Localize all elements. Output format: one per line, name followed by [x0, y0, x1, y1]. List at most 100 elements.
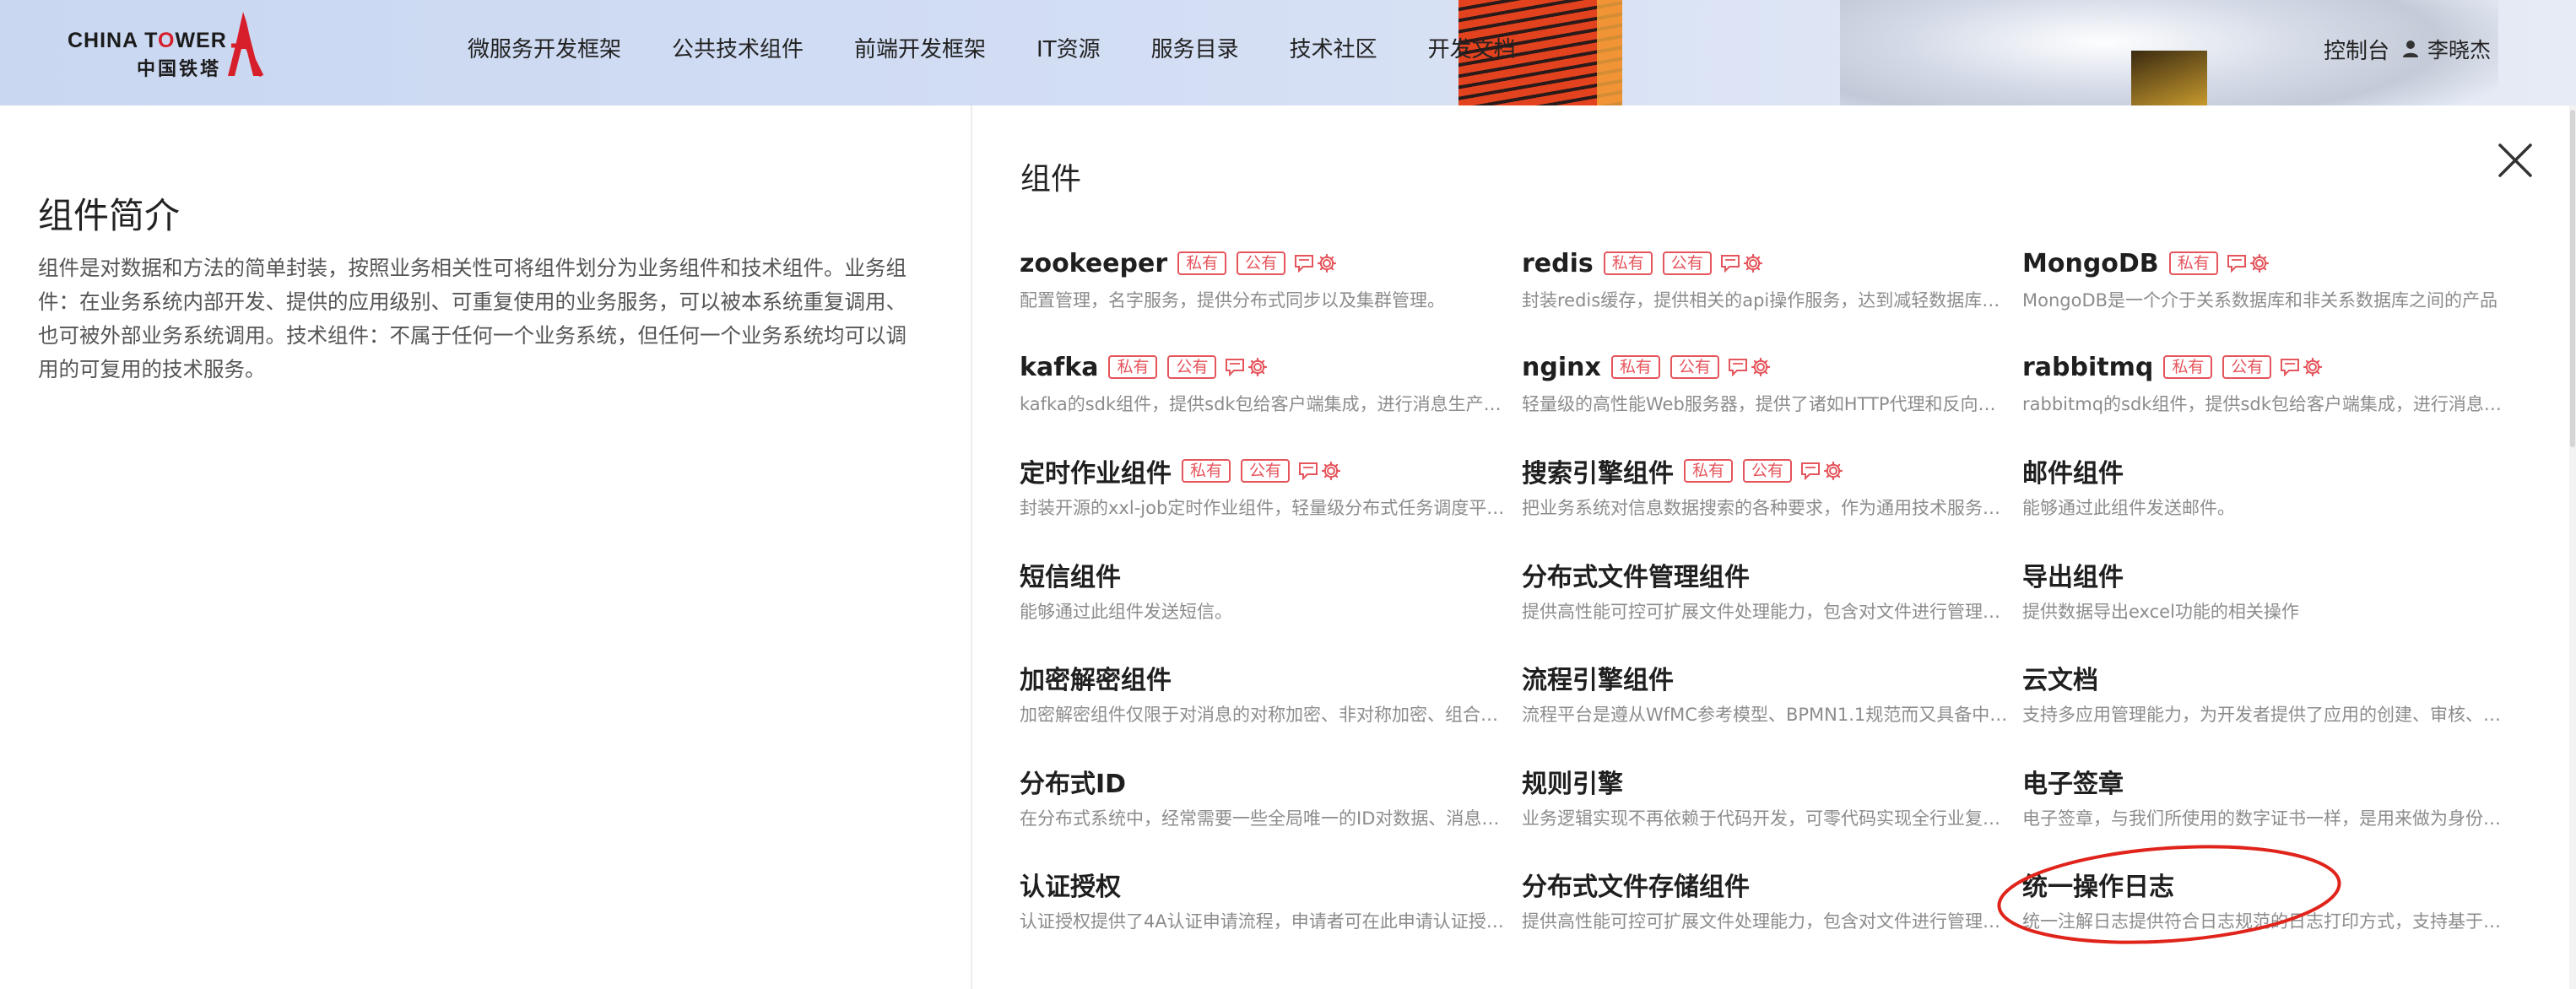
component-card-header: 电子签章 — [2022, 763, 2512, 800]
gear-icon[interactable] — [1751, 357, 1771, 377]
component-description: 提供数据导出excel功能的相关操作 — [2022, 602, 2299, 622]
top-header: CHINA TOWER 中国铁塔 微服务开发框架 公共技术组件 前端开发框架 I… — [0, 0, 2576, 105]
component-name[interactable]: rabbitmq — [2022, 353, 2153, 382]
component-name[interactable]: 认证授权 — [1020, 866, 1121, 903]
chat-icon[interactable] — [1720, 254, 1740, 273]
component-name[interactable]: 规则引擎 — [1522, 763, 1623, 800]
component-card[interactable]: 导出组件提供数据导出excel功能的相关操作 — [2022, 556, 2512, 624]
component-card[interactable]: 流程引擎组件 流程平台是遵从WfMC参考模型、BPMN1.1规范而又具备中国特色 — [1522, 659, 2011, 727]
component-description: 封装redis缓存，提供相关的api操作服务，达到减轻数据库压力的目的 — [1522, 290, 2011, 311]
private-badge: 私有 — [1610, 355, 1660, 379]
user-name: 李晓杰 — [2427, 38, 2492, 62]
nav-item-tech-community[interactable]: 技术社区 — [1290, 32, 1377, 63]
private-badge: 私有 — [1108, 355, 1158, 379]
component-name[interactable]: kafka — [1020, 353, 1098, 382]
console-link[interactable]: 控制台 — [2324, 34, 2389, 65]
component-card-header: 认证授权 — [1020, 866, 1509, 903]
chat-icon[interactable] — [1298, 462, 1318, 480]
component-card[interactable]: MongoDB 私有 MongoDB是一个介于关系数据库和非关系数据库之间的产品 — [2022, 245, 2512, 312]
nav-item-public-components[interactable]: 公共技术组件 — [672, 32, 804, 63]
component-name[interactable]: 搜索引擎组件 — [1522, 452, 1674, 489]
private-badge: 私有 — [2163, 355, 2213, 379]
nav-item-dev-docs[interactable]: 开发文档 — [1428, 32, 1516, 63]
component-name[interactable]: 统一操作日志 — [2022, 866, 2174, 903]
nav-item-frontend-framework[interactable]: 前端开发框架 — [854, 32, 986, 63]
chat-icon[interactable] — [1800, 462, 1821, 480]
component-card-header: kafka 私有 公有 — [1020, 349, 1509, 386]
component-description: 提供高性能可控可扩展文件处理能力，包含对文件进行管理等功能 — [1522, 602, 2011, 622]
component-name[interactable]: 邮件组件 — [2022, 452, 2124, 489]
component-card[interactable]: rabbitmq 私有 公有 rabbitmq的sdk组件，提供sdk包给客户端集成，… — [2022, 349, 2512, 416]
component-name[interactable]: 定时作业组件 — [1020, 452, 1172, 489]
gear-icon[interactable] — [1321, 461, 1341, 481]
component-description: 轻量级的高性能Web服务器，提供了诸如HTTP代理和反向代理等功能 — [1522, 394, 2011, 414]
component-name[interactable]: 短信组件 — [1020, 556, 1121, 593]
chat-icon[interactable] — [2227, 254, 2247, 273]
component-name[interactable]: 导出组件 — [2022, 556, 2124, 593]
component-action-icons — [1800, 461, 1846, 481]
component-card[interactable]: nginx 私有公有轻量级的高性能Web服务器，提供了诸如HTTP代理和反向代理等… — [1522, 349, 2011, 416]
chat-icon[interactable] — [2280, 358, 2300, 376]
component-name[interactable]: 流程引擎组件 — [1522, 659, 1674, 696]
close-icon[interactable] — [2497, 142, 2534, 179]
nav-item-microservice-framework[interactable]: 微服务开发框架 — [468, 32, 621, 63]
component-card[interactable]: 加密解密组件加密解密组件仅限于对消息的对称加密、非对称加密、组合加密等 — [1020, 659, 1509, 727]
component-card-header: nginx 私有 公有 — [1522, 349, 2011, 386]
component-name[interactable]: 云文档 — [2022, 659, 2098, 696]
component-description: 加密解密组件仅限于对消息的对称加密、非对称加密、组合加密等 — [1020, 705, 1509, 725]
component-card[interactable]: 规则引擎 业务逻辑实现不再依赖于代码开发，可零代码实现全行业复杂规则 — [1522, 763, 2011, 830]
component-name[interactable]: nginx — [1522, 353, 1601, 382]
component-action-icons — [1728, 357, 1773, 377]
component-card[interactable]: 邮件组件 能够通过此组件发送邮件。 — [2022, 452, 2512, 520]
gear-icon[interactable] — [1317, 253, 1337, 273]
component-card[interactable]: 短信组件 能够通过此组件发送短信。 — [1020, 556, 1509, 624]
gear-icon[interactable] — [2303, 357, 2323, 377]
component-card[interactable]: 定时作业组件 私有 公有封装开源的xxl-job定时作业组件，轻量级分布式任务调度平… — [1020, 452, 1509, 520]
gear-icon[interactable] — [1247, 357, 1268, 377]
panel-divider — [971, 105, 972, 989]
component-name[interactable]: 分布式文件管理组件 — [1522, 556, 1750, 593]
component-card-header: 分布式ID — [1020, 763, 1509, 800]
public-badge: 公有 — [1743, 459, 1793, 483]
component-card-header: 短信组件 — [1020, 556, 1509, 593]
public-badge: 公有 — [2222, 355, 2272, 379]
chat-icon[interactable] — [1294, 254, 1314, 273]
intro-title: 组件简介 — [38, 195, 181, 236]
component-name[interactable]: 电子签章 — [2022, 763, 2124, 800]
gear-icon[interactable] — [1823, 461, 1843, 481]
component-name[interactable]: redis — [1522, 249, 1594, 278]
component-card[interactable]: 分布式文件存储组件 提供高性能可控可扩展文件处理能力，包含对文件进行管理等功能 — [1522, 866, 2011, 933]
component-name[interactable]: 分布式ID — [1020, 763, 1126, 800]
gear-icon[interactable] — [1743, 253, 1763, 273]
chat-icon[interactable] — [1728, 358, 1748, 376]
component-card[interactable]: 分布式文件管理组件提供高性能可控可扩展文件处理能力，包含对文件进行管理等功能 — [1522, 556, 2011, 624]
component-card[interactable]: 统一操作日志统一注解日志提供符合日志规范的日志打印方式，支持基于注解的使用 — [2022, 866, 2512, 933]
component-card[interactable]: zookeeper 私有 公有 配置管理，名字服务，提供分布式同步以及集群管理。 — [1020, 245, 1509, 312]
component-name[interactable]: zookeeper — [1020, 249, 1167, 278]
user-menu[interactable]: 李晓杰 — [2402, 34, 2491, 64]
public-badge: 公有 — [1241, 459, 1291, 483]
chat-icon[interactable] — [1225, 358, 1245, 376]
component-action-icons — [1225, 357, 1270, 377]
component-card[interactable]: redis 私有 公有 封装redis缓存，提供相关的api操作服务，达到减轻数据库压… — [1522, 245, 2011, 312]
component-card[interactable]: 搜索引擎组件 私有 公有 把业务系统对信息数据搜索的各种要求，作为通用技术服务提供 — [1522, 452, 2011, 520]
nav-item-service-catalog[interactable]: 服务目录 — [1151, 32, 1239, 63]
component-card[interactable]: 电子签章 电子签章，与我们所使用的数字证书一样，是用来做为身份验证的 — [2022, 763, 2512, 830]
scrollbar-thumb[interactable] — [2570, 110, 2575, 447]
component-card[interactable]: kafka 私有 公有 kafka的sdk组件，提供sdk包给客户端集成，进行消息生产… — [1020, 349, 1509, 416]
component-card[interactable]: 分布式ID 在分布式系统中，经常需要一些全局唯一的ID对数据、消息进行标识 — [1020, 763, 1509, 830]
china-tower-logo[interactable]: CHINA TOWER 中国铁塔 — [68, 12, 270, 80]
nav-item-it-resources[interactable]: IT资源 — [1036, 32, 1101, 63]
private-badge: 私有 — [1182, 459, 1231, 483]
component-description: 封装开源的xxl-job定时作业组件，轻量级分布式任务调度平台服务 — [1020, 498, 1509, 518]
component-card[interactable]: 云文档 支持多应用管理能力，为开发者提供了应用的创建、审核、发布等 — [2022, 659, 2512, 727]
component-description: kafka的sdk组件，提供sdk包给客户端集成，进行消息生产和消费 — [1020, 394, 1509, 414]
component-card[interactable]: 认证授权 认证授权提供了4A认证申请流程，申请者可在此申请认证授权服务 — [1020, 866, 1509, 933]
component-name[interactable]: 分布式文件存储组件 — [1522, 866, 1750, 903]
component-name[interactable]: MongoDB — [2022, 249, 2159, 278]
component-description: rabbitmq的sdk组件，提供sdk包给客户端集成，进行消息生产和消费 — [2022, 394, 2512, 414]
component-action-icons — [1298, 461, 1344, 481]
gear-icon[interactable] — [2249, 253, 2270, 273]
component-description: 把业务系统对信息数据搜索的各种要求，作为通用技术服务提供 — [1522, 498, 2011, 518]
component-name[interactable]: 加密解密组件 — [1020, 659, 1172, 696]
